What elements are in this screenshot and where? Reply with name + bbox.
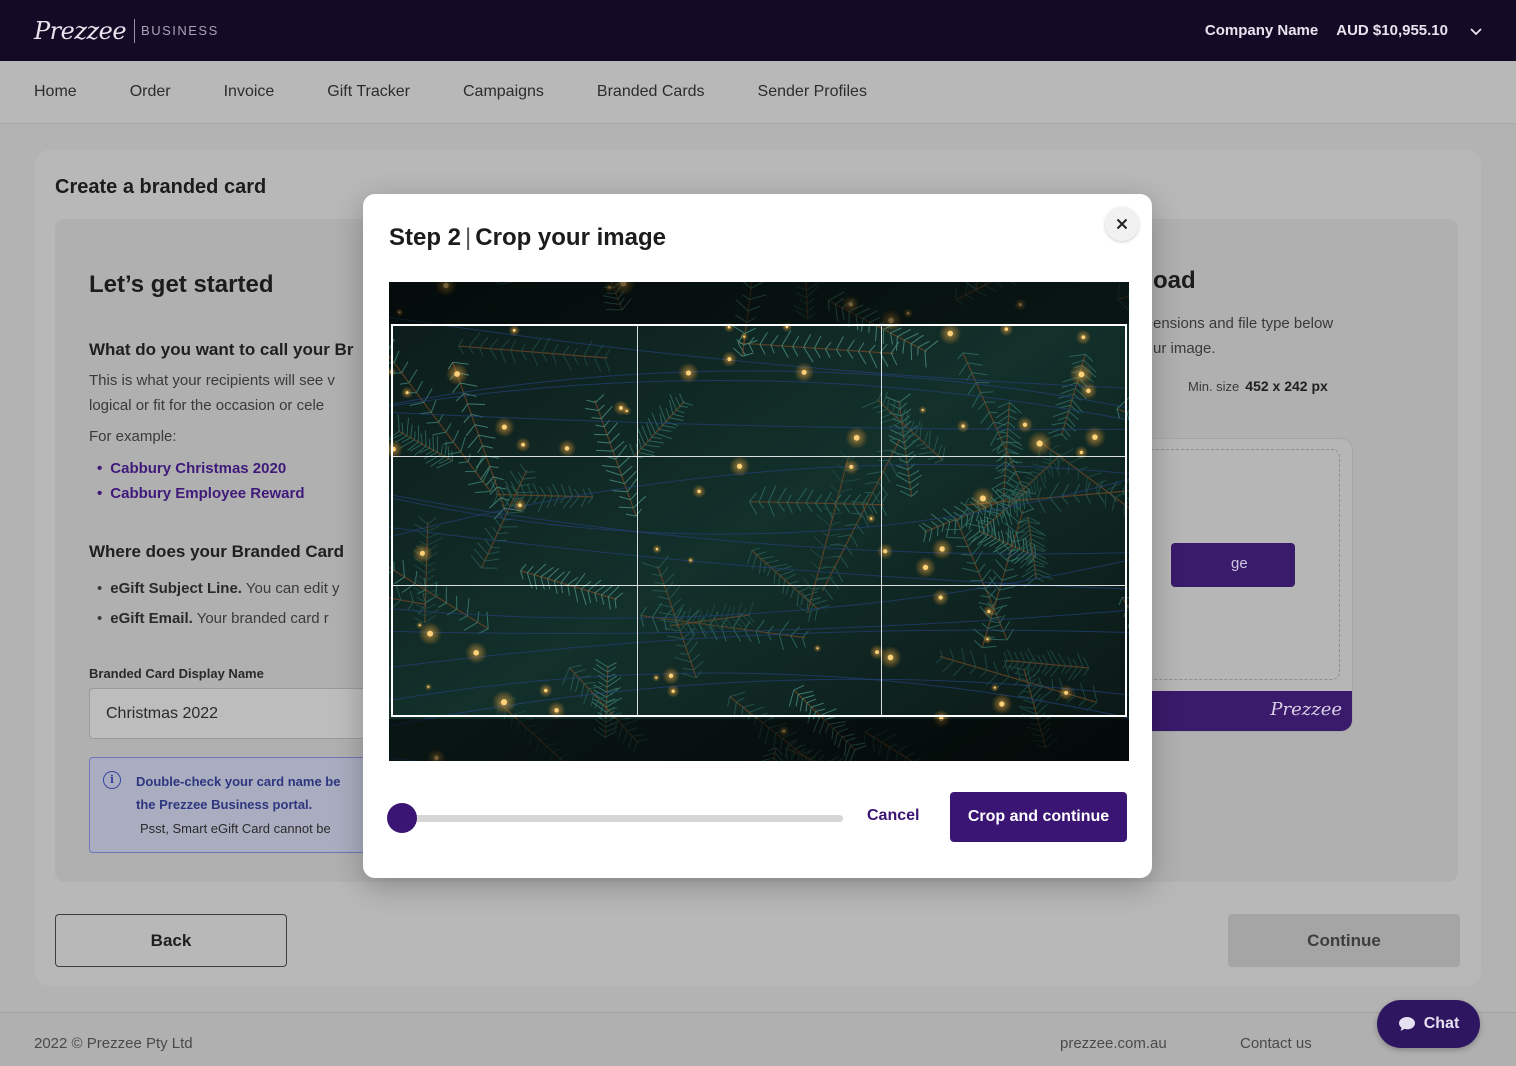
logo-divider [134,18,136,43]
min-size: Min. size 452 x 242 px [1188,378,1328,394]
name-question: What do you want to call your Br [89,340,354,359]
contact-link[interactable]: Contact us [1240,1035,1312,1052]
where-item-title: eGift Email. [110,610,193,627]
zoom-slider-handle[interactable] [387,803,417,833]
card-brand-strip: Prezzee [1131,691,1352,731]
chat-bubble-icon [1398,1017,1415,1031]
info-text: Double-check your card name be the Prezz… [136,770,340,816]
page-title: Create a branded card [55,176,267,198]
example-item: Cabbury Employee Reward [97,481,304,506]
site-link[interactable]: prezzee.com.au [1060,1035,1167,1052]
where-list: eGift Subject Line. You can edit y eGift… [97,574,340,634]
close-button[interactable] [1105,207,1139,241]
nav-item-order[interactable]: Order [130,83,171,101]
prezzee-logo: Prezzee [1270,699,1342,720]
where-item-text: You can edit y [241,580,340,597]
close-icon [1116,218,1128,230]
info-line: the Prezzee Business portal. [136,797,313,812]
where-item: eGift Subject Line. You can edit y [97,574,340,604]
min-size-value: 452 x 242 px [1245,378,1328,394]
top-bar: Prezzee BUSINESS Company Name AUD $10,95… [0,0,1516,61]
nav-item-campaigns[interactable]: Campaigns [463,83,544,101]
upload-desc-line: ur image. [1153,340,1216,357]
nav-item-branded-cards[interactable]: Branded Cards [597,83,705,101]
display-name-input[interactable] [89,688,389,739]
where-item: eGift Email. Your branded card r [97,604,340,634]
company-name: Company Name [1204,22,1319,39]
section-title: Let’s get started [89,271,274,298]
grid-line [636,326,638,715]
zoom-slider-track[interactable] [403,815,843,822]
copyright: 2022 © Prezzee Pty Ltd [34,1035,193,1052]
info-notice: i Double-check your card name be the Pre… [89,757,389,853]
modal-title: Step 2 | Crop your image [389,224,666,252]
nav-item-home[interactable]: Home [34,83,77,101]
account-balance: AUD $10,955.10 [1336,22,1448,39]
crop-canvas[interactable] [389,282,1129,761]
upload-desc-line: ensions and file type below [1153,315,1334,332]
logo-business-label: BUSINESS [141,23,219,38]
prezzee-business-logo[interactable]: Prezzee BUSINESS [34,17,219,45]
grid-line [393,455,1125,457]
main-nav: Home Order Invoice Gift Tracker Campaign… [0,61,1516,124]
where-item-title: eGift Subject Line. [110,580,242,597]
name-description: This is what your recipients will see v … [89,368,379,418]
description-line: logical or fit for the occasion or cele [89,397,325,414]
where-item-text: Your branded card r [192,610,329,627]
description-line: This is what your recipients will see v [89,372,335,389]
info-icon: i [103,771,121,789]
back-button[interactable]: Back [55,914,287,967]
continue-button[interactable]: Continue [1228,914,1460,967]
grid-line [393,585,1125,587]
chat-label: Chat [1423,1015,1460,1032]
logo-wordmark: Prezzee [34,16,127,45]
upload-title: oad [1153,267,1196,294]
chevron-down-icon[interactable] [1470,25,1482,37]
crop-selection[interactable] [391,324,1127,717]
crop-and-continue-button[interactable]: Crop and continue [950,792,1127,842]
modal-title-text: Crop your image [475,224,666,251]
example-item: Cabbury Christmas 2020 [97,456,305,481]
example-label: For example: [89,428,177,445]
info-line: Double-check your card name be [136,774,341,789]
display-name-label: Branded Card Display Name [89,666,264,681]
where-question: Where does your Branded Card [89,542,345,561]
nav-item-gift-tracker[interactable]: Gift Tracker [327,83,410,101]
cancel-button[interactable]: Cancel [867,807,919,825]
chat-button[interactable]: Chat [1377,1000,1480,1048]
crop-image-modal: Step 2 | Crop your image Cancel Crop and… [363,194,1152,878]
info-subtext: Psst, Smart eGift Card cannot be [140,821,331,836]
upload-description: ensions and file type below ur image. [1153,311,1333,361]
modal-step: Step 2 [389,224,462,251]
nav-item-invoice[interactable]: Invoice [224,83,275,101]
example-list: Cabbury Christmas 2020 Cabbury Employee … [97,456,305,506]
card-preview: ge Prezzee [1130,438,1353,732]
account-menu[interactable]: Company Name AUD $10,955.10 [1205,22,1482,39]
grid-line [880,326,882,715]
upload-image-button[interactable]: ge [1171,543,1295,587]
footer: 2022 © Prezzee Pty Ltd prezzee.com.au Co… [0,1012,1516,1066]
min-size-label: Min. size [1188,379,1240,394]
nav-item-sender-profiles[interactable]: Sender Profiles [758,83,867,101]
title-separator: | [465,224,472,251]
